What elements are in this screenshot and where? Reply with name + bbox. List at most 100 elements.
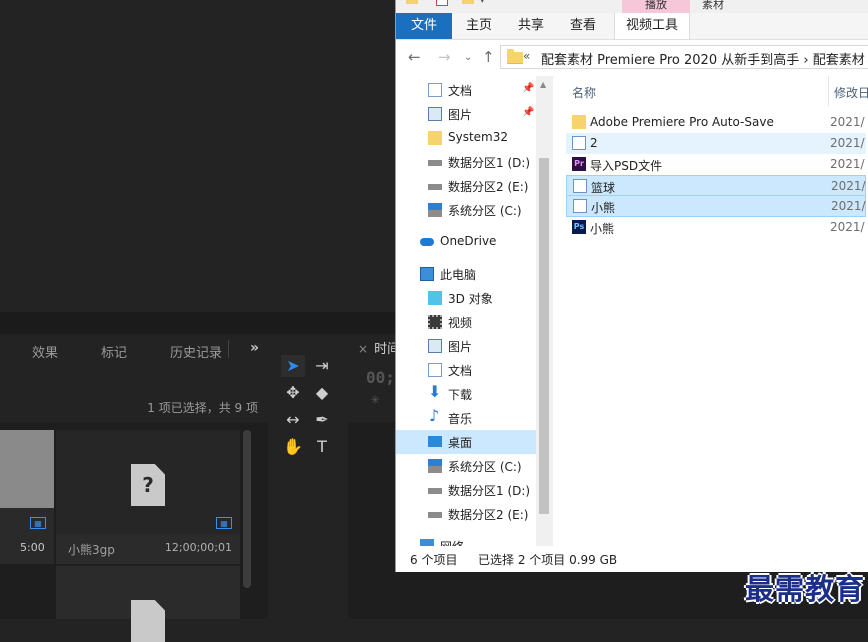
nav-label: 网络	[440, 538, 464, 546]
nav-item-3d-objects[interactable]: 3D 对象	[396, 286, 536, 310]
file-row[interactable]: Pr 导入PSD文件 2021/	[566, 154, 866, 175]
video-clip-icon: ▦	[30, 517, 46, 529]
nav-item-pictures-pinned[interactable]: 图片 📌	[396, 102, 536, 126]
type-tool-icon[interactable]: T	[310, 436, 334, 458]
ribbon-tabs: 文件 主页 共享 查看 视频工具	[396, 13, 868, 40]
nav-item-drive-e[interactable]: 数据分区2 (E:)	[396, 174, 536, 198]
file-name: 导入PSD文件	[590, 159, 663, 173]
selection-count: 1 项已选择，共 9 项	[147, 401, 258, 415]
nav-item-this-pc[interactable]: 此电脑	[396, 262, 536, 286]
bin-scrollbar[interactable]	[243, 430, 251, 588]
nav-item-documents-pinned[interactable]: 文档 📌	[396, 78, 536, 102]
nav-item-drive-d[interactable]: 数据分区1 (D:)	[396, 478, 536, 502]
drive-icon	[428, 184, 442, 190]
tab-share[interactable]: 共享	[508, 13, 554, 39]
new-folder-icon[interactable]	[462, 0, 474, 4]
nav-item-drive-e[interactable]: 数据分区2 (E:)	[396, 502, 536, 526]
hand-tool-icon[interactable]: ✋	[281, 436, 305, 458]
up-button[interactable]: ↑	[482, 48, 495, 66]
column-modified[interactable]: 修改日	[834, 84, 868, 101]
tab-video-tools[interactable]: 视频工具	[614, 13, 690, 39]
file-row[interactable]: 2 2021/	[566, 133, 866, 154]
more-panels-button[interactable]: »	[250, 340, 259, 356]
nav-label: 下载	[448, 388, 473, 402]
folder-icon	[507, 49, 523, 64]
tab-file[interactable]: 文件	[396, 13, 452, 39]
nav-scroll-thumb[interactable]	[539, 158, 549, 514]
nav-label: 数据分区2 (E:)	[448, 180, 529, 194]
file-date: 2021/	[831, 199, 866, 213]
nav-item-system32[interactable]: System32	[396, 126, 536, 150]
file-row[interactable]: 小熊 2021/	[566, 196, 866, 217]
nav-item-drive-c[interactable]: 系统分区 (C:)	[396, 454, 536, 478]
watermark-logo: 最需教育	[745, 572, 866, 606]
nav-item-desktop[interactable]: 桌面	[396, 430, 536, 454]
picture-icon	[428, 339, 442, 353]
file-name: Adobe Premiere Pro Auto-Save	[590, 115, 774, 129]
nav-item-network[interactable]: 网络	[396, 534, 536, 546]
nav-label: 数据分区1 (D:)	[448, 484, 531, 498]
scroll-up-icon[interactable]: ▲	[540, 80, 546, 89]
nav-label: 3D 对象	[448, 292, 493, 306]
tab-separator	[228, 340, 229, 358]
nav-label: 图片	[448, 340, 473, 354]
nav-label: 音乐	[448, 412, 473, 426]
file-row[interactable]: 篮球 2021/	[566, 175, 866, 196]
breadcrumb-overflow[interactable]: «	[523, 49, 530, 63]
back-button[interactable]: ←	[408, 48, 421, 66]
recent-locations-button[interactable]: ⌄	[464, 52, 472, 63]
nav-item-onedrive[interactable]: OneDrive	[396, 230, 536, 254]
chevron-down-icon[interactable]: ▾	[480, 0, 485, 6]
nav-item-drive-d[interactable]: 数据分区1 (D:)	[396, 150, 536, 174]
clip-duration: 5:00	[20, 541, 45, 554]
slip-tool-icon[interactable]: ↔	[281, 409, 305, 431]
file-row[interactable]: Ps 小熊 2021/	[566, 217, 866, 238]
photoshop-file-icon: Ps	[572, 220, 586, 234]
system-drive-icon	[428, 459, 442, 473]
breadcrumb[interactable]: 配套素材 Premiere Pro 2020 从新手到高手 › 配套素材 Pr	[541, 49, 868, 68]
tab-effects[interactable]: 效果	[32, 342, 58, 361]
file-date: 2021/	[831, 179, 866, 193]
document-icon	[428, 363, 442, 377]
column-name[interactable]: 名称	[572, 84, 596, 101]
nav-item-music[interactable]: ♪ 音乐	[396, 406, 536, 430]
close-icon[interactable]: ×	[358, 342, 368, 356]
column-divider[interactable]	[828, 76, 829, 106]
3d-objects-icon	[428, 291, 442, 305]
folder-icon	[406, 0, 418, 4]
tab-markers[interactable]: 标记	[101, 342, 127, 361]
onedrive-icon	[420, 238, 434, 246]
tab-history[interactable]: 历史记录	[170, 342, 222, 361]
navigation-pane: 文档 📌 图片 📌 System32 数据分区1 (D:) 数据分区2 (E:)…	[396, 76, 553, 546]
pen-tool-icon[interactable]: ✒	[310, 409, 334, 431]
nav-item-documents[interactable]: 文档	[396, 358, 536, 382]
selection-tool-icon[interactable]: ➤	[281, 355, 305, 377]
desktop-icon	[428, 436, 442, 447]
ripple-edit-tool-icon[interactable]: ✥	[281, 382, 305, 404]
window-title: 素材	[702, 0, 724, 11]
forward-button[interactable]: →	[438, 48, 451, 66]
pin-icon: 📌	[522, 107, 535, 118]
tab-view[interactable]: 查看	[560, 13, 606, 39]
nav-label: 数据分区2 (E:)	[448, 508, 529, 522]
nav-label: 视频	[448, 316, 473, 330]
pin-icon: 📌	[522, 83, 535, 94]
nav-label: 桌面	[448, 436, 473, 450]
nav-item-pictures[interactable]: 图片	[396, 334, 536, 358]
nav-item-videos[interactable]: 视频	[396, 310, 536, 334]
file-row[interactable]: Adobe Premiere Pro Auto-Save 2021/	[566, 112, 866, 133]
nav-label: 系统分区 (C:)	[448, 204, 522, 218]
razor-tool-icon[interactable]: ◆	[310, 382, 334, 404]
nav-label: 文档	[448, 84, 473, 98]
properties-icon[interactable]	[436, 0, 448, 6]
clip-duration: 12;00;00;01	[164, 541, 232, 554]
nav-label: 数据分区1 (D:)	[448, 156, 531, 170]
video-file-icon	[572, 136, 586, 150]
nav-item-downloads[interactable]: ⬇ 下载	[396, 382, 536, 406]
track-select-tool-icon[interactable]: ⇥	[310, 355, 334, 377]
tab-home[interactable]: 主页	[454, 13, 504, 39]
nav-item-drive-c[interactable]: 系统分区 (C:)	[396, 198, 536, 222]
file-name: 篮球	[591, 181, 616, 195]
snap-icon[interactable]: ✳	[370, 393, 380, 407]
address-bar[interactable]: « 配套素材 Premiere Pro 2020 从新手到高手 › 配套素材 P…	[500, 45, 868, 69]
